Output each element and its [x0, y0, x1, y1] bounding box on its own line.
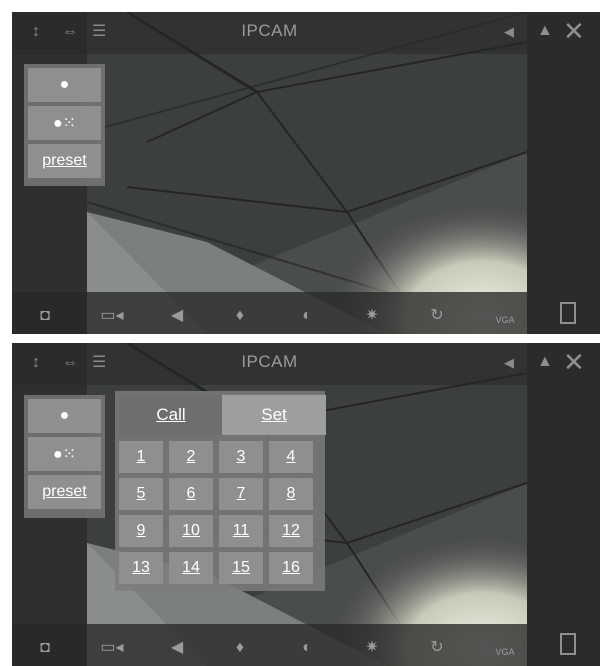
microphone-icon[interactable]: ♦ [230, 307, 250, 325]
video-feed[interactable] [87, 12, 527, 334]
video-icon[interactable]: ▭◂ [97, 305, 127, 325]
preset-number-button[interactable]: 16 [269, 552, 313, 584]
app-title: IPCAM [241, 21, 298, 40]
preset-number-button[interactable]: 2 [169, 441, 213, 473]
contrast-icon[interactable]: ◐ [297, 307, 317, 325]
fullscreen-icon[interactable] [560, 633, 576, 655]
right-sidebar-2: ▲ ✕ [527, 343, 600, 666]
camera-view-panel-1: ↕ ⇔ ☰ IPCAM ◀ ● ●⁙ preset ◘ ▭◂ ◀ ♦ ◐ ✷ ↻… [12, 12, 527, 334]
light-control-pane: ● ●⁙ preset [24, 64, 105, 186]
video-icon[interactable]: ▭◂ [97, 637, 127, 657]
preset-number-button[interactable]: 9 [119, 515, 163, 547]
speaker-icon[interactable]: ◀ [167, 637, 187, 657]
tab-call[interactable]: Call [119, 395, 223, 435]
top-toolbar: ↕ ⇔ ☰ IPCAM ◀ [12, 343, 527, 385]
preset-number-button[interactable]: 14 [169, 552, 213, 584]
light-on-button[interactable]: ●⁙ [28, 106, 101, 140]
fullscreen-icon[interactable] [560, 302, 576, 324]
light-rays-icon: ●⁙ [52, 115, 77, 132]
tab-set[interactable]: Set [222, 395, 326, 435]
microphone-icon[interactable]: ♦ [230, 639, 250, 657]
preset-button[interactable]: preset [28, 475, 101, 509]
close-icon[interactable]: ✕ [563, 16, 585, 47]
preset-number-button[interactable]: 4 [269, 441, 313, 473]
preset-panel: Call Set 1 2 3 4 5 6 7 8 9 10 11 12 13 1… [115, 391, 326, 591]
vga-label[interactable]: VGA [490, 647, 520, 657]
preset-number-button[interactable]: 6 [169, 478, 213, 510]
preset-number-button[interactable]: 10 [169, 515, 213, 547]
brightness-icon[interactable]: ✷ [362, 637, 382, 657]
light-icon: ● [59, 76, 70, 93]
vga-label[interactable]: VGA [490, 315, 520, 325]
light-on-button[interactable]: ●⁙ [28, 437, 101, 471]
triangle-icon[interactable]: ▲ [537, 353, 553, 371]
preset-number-button[interactable]: 8 [269, 478, 313, 510]
rotate-icon[interactable]: ↻ [427, 637, 447, 657]
light-off-button[interactable]: ● [28, 68, 101, 102]
rotate-icon[interactable]: ↻ [427, 305, 447, 325]
preset-number-button[interactable]: 11 [219, 515, 263, 547]
light-off-button[interactable]: ● [28, 399, 101, 433]
brightness-icon[interactable]: ✷ [362, 305, 382, 325]
bottom-toolbar: ◘ ▭◂ ◀ ♦ ◐ ✷ ↻ VGA [12, 624, 527, 666]
camera-icon[interactable]: ◘ [30, 307, 60, 325]
triangle-icon[interactable]: ▲ [537, 22, 553, 40]
light-control-pane: ● ●⁙ preset [24, 395, 105, 518]
preset-number-button[interactable]: 7 [219, 478, 263, 510]
preset-number-button[interactable]: 12 [269, 515, 313, 547]
top-toolbar: ↕ ⇔ ☰ IPCAM ◀ [12, 12, 527, 54]
preset-number-button[interactable]: 1 [119, 441, 163, 473]
app-title: IPCAM [241, 352, 298, 371]
close-icon[interactable]: ✕ [563, 347, 585, 378]
preset-number-button[interactable]: 5 [119, 478, 163, 510]
speaker-icon[interactable]: ◀ [504, 353, 514, 373]
camera-view-panel-2: ↕ ⇔ ☰ IPCAM ◀ ● ●⁙ preset Call Set 1 2 3… [12, 343, 527, 666]
camera-icon[interactable]: ◘ [30, 639, 60, 657]
contrast-icon[interactable]: ◐ [297, 639, 317, 657]
preset-number-button[interactable]: 15 [219, 552, 263, 584]
preset-number-button[interactable]: 13 [119, 552, 163, 584]
right-sidebar-1: ▲ ✕ [527, 12, 600, 334]
speaker-icon[interactable]: ◀ [504, 22, 514, 42]
preset-number-button[interactable]: 3 [219, 441, 263, 473]
speaker-icon[interactable]: ◀ [167, 305, 187, 325]
light-rays-icon: ●⁙ [52, 446, 77, 463]
light-icon: ● [59, 407, 70, 424]
preset-button[interactable]: preset [28, 144, 101, 178]
bottom-toolbar: ◘ ▭◂ ◀ ♦ ◐ ✷ ↻ VGA [12, 292, 527, 334]
